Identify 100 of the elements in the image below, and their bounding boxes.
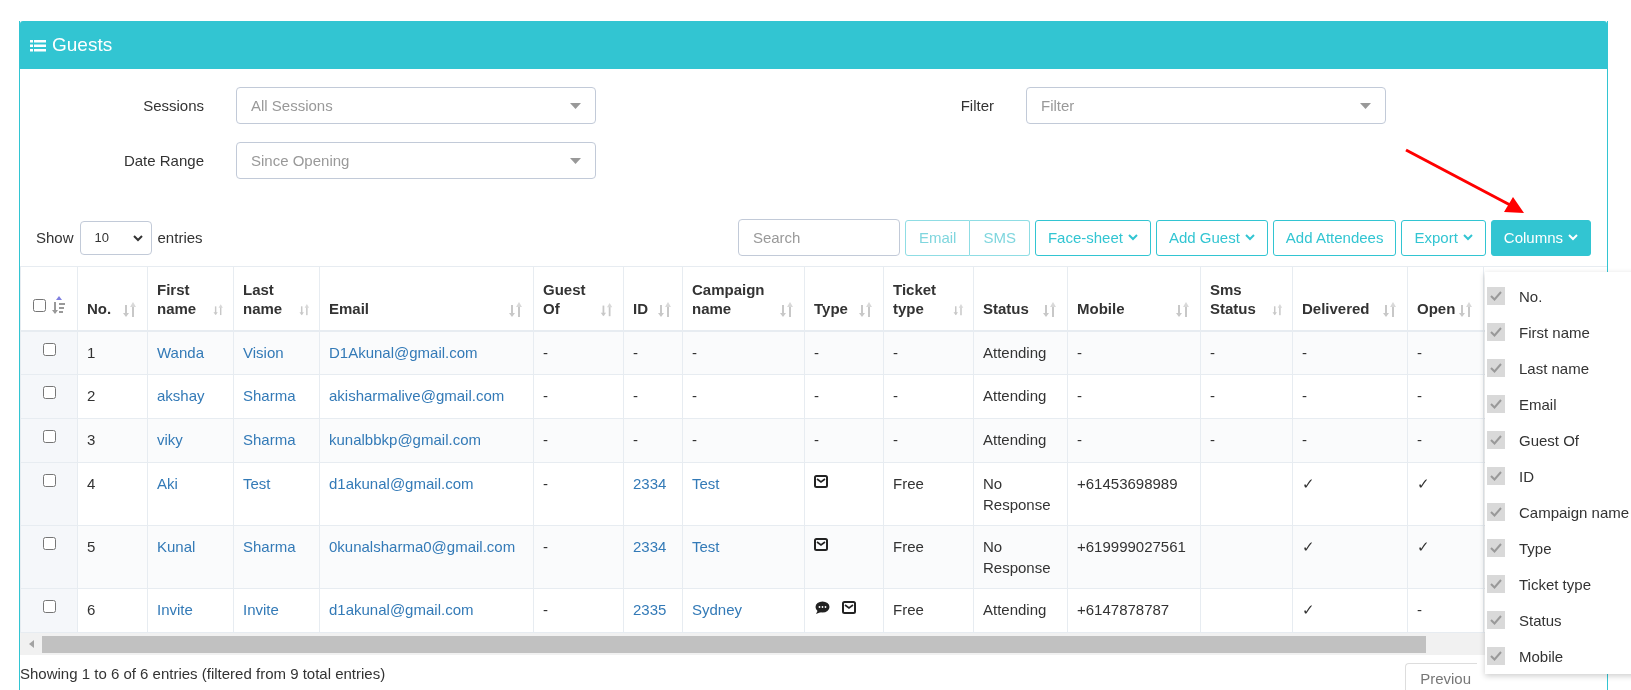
- guest-link[interactable]: viky: [157, 431, 183, 448]
- table-cell: 4: [87, 475, 96, 492]
- table-cell: ✓: [1417, 538, 1430, 555]
- column-toggle[interactable]: Last name: [1485, 350, 1631, 386]
- guest-link[interactable]: Test: [243, 475, 271, 492]
- column-toggle[interactable]: Email: [1485, 386, 1631, 422]
- column-header[interactable]: Campaign name: [682, 266, 805, 331]
- table-cell: -: [1302, 343, 1307, 361]
- table-cell: -: [1302, 431, 1307, 448]
- checkbox[interactable]: [1487, 467, 1505, 485]
- column-header[interactable]: Open: [1407, 266, 1484, 331]
- guest-link[interactable]: Aki: [157, 475, 178, 492]
- caret-icon: [570, 157, 581, 164]
- filter-select[interactable]: All Sessions: [236, 87, 596, 124]
- row-checkbox[interactable]: [42, 342, 56, 356]
- column-toggle[interactable]: Ticket type: [1485, 566, 1631, 602]
- table-cell: 3: [87, 431, 96, 448]
- sort-icon: [599, 300, 615, 319]
- row-checkbox[interactable]: [42, 474, 56, 487]
- row-checkbox[interactable]: [42, 430, 56, 443]
- guest-link[interactable]: Kunal: [157, 538, 196, 555]
- caret-icon: [132, 235, 143, 242]
- guest-link[interactable]: Vision: [243, 343, 284, 361]
- guest-link[interactable]: Invite: [243, 601, 279, 618]
- row-checkbox[interactable]: [42, 386, 56, 399]
- guest-link[interactable]: Test: [692, 475, 720, 492]
- filter-select[interactable]: Filter: [1026, 87, 1386, 124]
- column-header[interactable]: First name: [147, 266, 234, 331]
- checkbox[interactable]: [1487, 611, 1505, 629]
- column-header[interactable]: Guest Of: [533, 266, 624, 331]
- table-cell: -: [1417, 431, 1422, 448]
- scroll-thumb[interactable]: [42, 635, 1426, 653]
- checkbox[interactable]: [1487, 323, 1505, 341]
- checkbox[interactable]: [1487, 395, 1505, 413]
- guest-link[interactable]: 2334: [633, 538, 667, 555]
- previous-button[interactable]: Previou: [1405, 662, 1477, 690]
- caret-icon: [570, 102, 581, 109]
- table-cell: -: [893, 431, 898, 448]
- column-header[interactable]: Sms Status: [1200, 266, 1293, 331]
- column-toggle[interactable]: Guest Of: [1485, 422, 1631, 458]
- column-toggle[interactable]: No.: [1485, 278, 1631, 314]
- column-toggle[interactable]: Campaign name: [1485, 494, 1631, 530]
- table-cell: -: [814, 387, 819, 404]
- search-field[interactable]: Search: [737, 219, 900, 256]
- checkbox[interactable]: [1487, 287, 1505, 305]
- row-checkbox[interactable]: [42, 600, 56, 613]
- entries-label: entries: [157, 229, 203, 246]
- column-toggle[interactable]: ID: [1485, 458, 1631, 494]
- column-toggle[interactable]: Mobile: [1485, 638, 1631, 674]
- table-cell: +619999027561: [1077, 538, 1186, 555]
- sort-icon: [1381, 300, 1399, 319]
- guest-link[interactable]: Sydney: [692, 601, 743, 618]
- caret-icon: [1462, 234, 1473, 241]
- table-cell: -: [1077, 343, 1082, 361]
- table-cell: -: [633, 343, 638, 361]
- table-cell: -: [1302, 387, 1307, 404]
- table-cell: -: [543, 538, 548, 555]
- guest-link[interactable]: Sharma: [243, 538, 296, 555]
- sort-icon: [778, 300, 796, 319]
- column-header[interactable]: Delivered: [1292, 266, 1408, 331]
- sort-icon: [1041, 300, 1059, 319]
- checkbox[interactable]: [1487, 359, 1505, 377]
- column-toggle[interactable]: Status: [1485, 602, 1631, 638]
- check-icon: [1490, 507, 1502, 517]
- scroll-left-icon: [28, 640, 36, 648]
- column-header[interactable]: Status: [973, 266, 1068, 331]
- checkbox[interactable]: [1487, 647, 1505, 665]
- table-cell: Attending: [983, 387, 1047, 404]
- checkbox[interactable]: [1487, 539, 1505, 557]
- entries-select[interactable]: 10: [79, 220, 152, 255]
- row-checkbox[interactable]: [42, 537, 56, 550]
- column-header[interactable]: Ticket type: [883, 266, 974, 331]
- select-all-checkbox[interactable]: [32, 299, 46, 312]
- column-header[interactable]: Mobile: [1067, 266, 1201, 331]
- table-cell: +6147878787: [1077, 601, 1170, 618]
- guest-link[interactable]: d1akunal@gmail.com: [329, 475, 474, 492]
- table-cell: -: [633, 387, 638, 404]
- column-header[interactable]: ID: [623, 266, 683, 331]
- filter-select[interactable]: Since Opening: [236, 142, 596, 179]
- column-toggle[interactable]: Type: [1485, 530, 1631, 566]
- column-header[interactable]: No.: [77, 266, 148, 331]
- table-cell: -: [893, 387, 898, 404]
- column-header[interactable]: Email: [319, 266, 534, 331]
- table-cell: -: [1210, 343, 1215, 361]
- checkbox[interactable]: [1487, 503, 1505, 521]
- checkbox[interactable]: [1487, 431, 1505, 449]
- column-header[interactable]: Last name: [233, 266, 320, 331]
- table-cell: -: [1210, 387, 1215, 404]
- column-toggle[interactable]: First name: [1485, 314, 1631, 350]
- check-icon: [1490, 363, 1502, 373]
- guest-link[interactable]: 2334: [633, 475, 667, 492]
- table-cell: -: [814, 431, 819, 448]
- column-header[interactable]: Type: [804, 266, 884, 331]
- guest-link[interactable]: Invite: [157, 601, 193, 618]
- table-cell: ✓: [1302, 601, 1315, 618]
- table-cell: 2: [87, 387, 96, 404]
- table-cell: -: [543, 475, 548, 492]
- guest-link[interactable]: Test: [692, 538, 720, 555]
- checkbox[interactable]: [1487, 575, 1505, 593]
- table-cell: ✓: [1302, 538, 1315, 555]
